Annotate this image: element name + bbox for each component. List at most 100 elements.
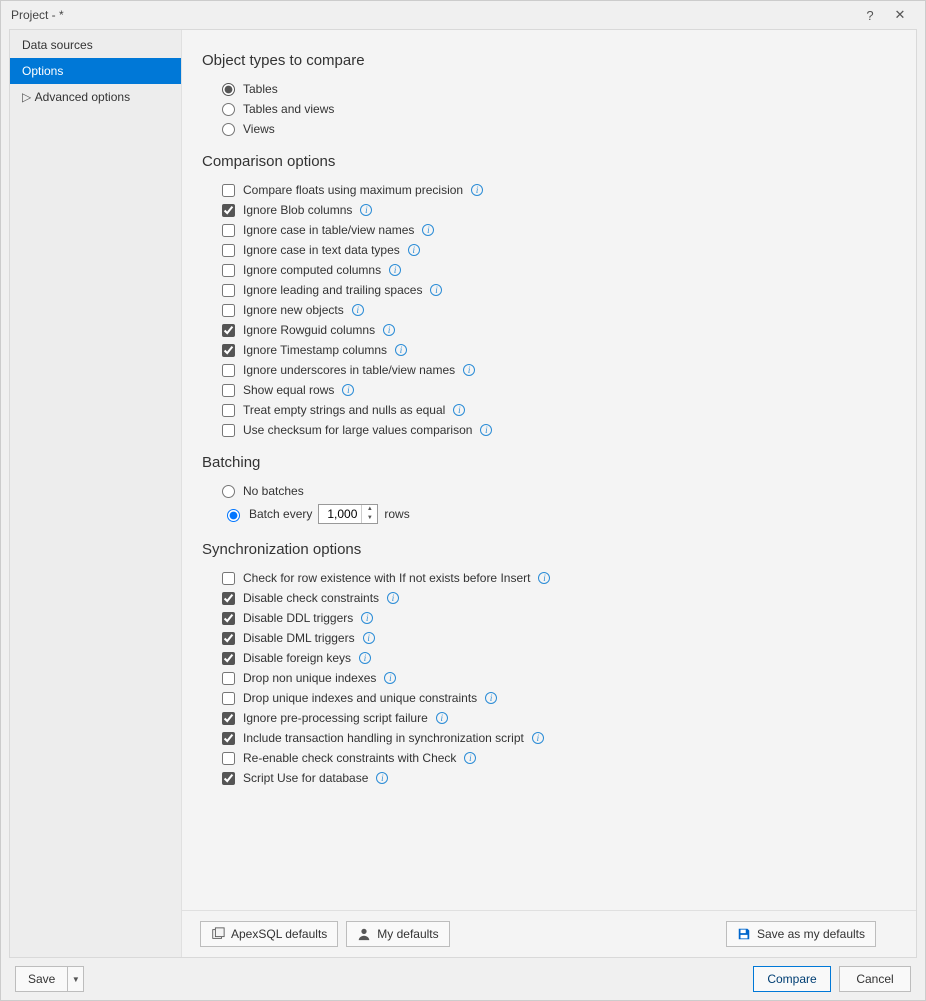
comparison-checkbox[interactable] [222, 284, 235, 297]
comparison-option[interactable]: Ignore new objectsi [222, 300, 876, 320]
info-icon[interactable]: i [532, 732, 544, 744]
comparison-option[interactable]: Treat empty strings and nulls as equali [222, 400, 876, 420]
help-button[interactable]: ? [855, 8, 885, 23]
info-icon[interactable]: i [360, 204, 372, 216]
comparison-option[interactable]: Ignore case in text data typesi [222, 240, 876, 260]
save-dropdown-icon[interactable]: ▼ [67, 967, 83, 991]
info-icon[interactable]: i [480, 424, 492, 436]
sync-checkbox[interactable] [222, 652, 235, 665]
my-defaults-button[interactable]: My defaults [346, 921, 449, 947]
sync-option[interactable]: Check for row existence with If not exis… [222, 568, 876, 588]
sync-option[interactable]: Drop non unique indexesi [222, 668, 876, 688]
sync-checkbox[interactable] [222, 692, 235, 705]
info-icon[interactable]: i [485, 692, 497, 704]
comparison-checkbox[interactable] [222, 264, 235, 277]
info-icon[interactable]: i [359, 652, 371, 664]
compare-button[interactable]: Compare [753, 966, 831, 992]
object-type-radio[interactable] [222, 103, 235, 116]
batching-no-batches[interactable]: No batches [222, 481, 876, 501]
comparison-option[interactable]: Ignore Rowguid columnsi [222, 320, 876, 340]
comparison-option[interactable]: Show equal rowsi [222, 380, 876, 400]
sync-option[interactable]: Include transaction handling in synchron… [222, 728, 876, 748]
comparison-option[interactable]: Ignore computed columnsi [222, 260, 876, 280]
comparison-checkbox[interactable] [222, 184, 235, 197]
sync-checkbox[interactable] [222, 632, 235, 645]
info-icon[interactable]: i [463, 364, 475, 376]
sync-checkbox[interactable] [222, 672, 235, 685]
comparison-option[interactable]: Ignore underscores in table/view namesi [222, 360, 876, 380]
info-icon[interactable]: i [464, 752, 476, 764]
sidebar-item-options[interactable]: Options [10, 58, 181, 84]
info-icon[interactable]: i [361, 612, 373, 624]
comparison-option[interactable]: Use checksum for large values comparison… [222, 420, 876, 440]
info-icon[interactable]: i [453, 404, 465, 416]
info-icon[interactable]: i [383, 324, 395, 336]
object-type-option[interactable]: Tables [222, 79, 876, 99]
batch-size-spinner[interactable]: ▲ ▼ [318, 504, 378, 524]
info-icon[interactable]: i [389, 264, 401, 276]
sync-checkbox[interactable] [222, 612, 235, 625]
info-icon[interactable]: i [430, 284, 442, 296]
spinner-down-icon[interactable]: ▼ [362, 514, 377, 523]
info-icon[interactable]: i [408, 244, 420, 256]
info-icon[interactable]: i [363, 632, 375, 644]
sync-checkbox[interactable] [222, 572, 235, 585]
info-icon[interactable]: i [395, 344, 407, 356]
apexsql-defaults-button[interactable]: ApexSQL defaults [200, 921, 338, 947]
sync-option[interactable]: Disable DML triggersi [222, 628, 876, 648]
info-icon[interactable]: i [387, 592, 399, 604]
comparison-checkbox[interactable] [222, 204, 235, 217]
sync-option[interactable]: Disable check constraintsi [222, 588, 876, 608]
comparison-checkbox[interactable] [222, 364, 235, 377]
no-batches-radio[interactable] [222, 485, 235, 498]
sync-option[interactable]: Disable DDL triggersi [222, 608, 876, 628]
sync-checkbox[interactable] [222, 592, 235, 605]
close-button[interactable]: ✕ [885, 7, 915, 23]
cancel-button[interactable]: Cancel [839, 966, 911, 992]
save-as-my-defaults-button[interactable]: Save as my defaults [726, 921, 876, 947]
sync-checkbox[interactable] [222, 732, 235, 745]
comparison-checkbox[interactable] [222, 304, 235, 317]
comparison-option[interactable]: Ignore Blob columnsi [222, 200, 876, 220]
spinner-up-icon[interactable]: ▲ [362, 505, 377, 514]
info-icon[interactable]: i [352, 304, 364, 316]
options-scroll[interactable]: Object types to compare TablesTables and… [182, 30, 916, 910]
comparison-checkbox[interactable] [222, 324, 235, 337]
object-type-radio[interactable] [222, 123, 235, 136]
comparison-checkbox[interactable] [222, 424, 235, 437]
object-type-radio[interactable] [222, 83, 235, 96]
info-icon[interactable]: i [538, 572, 550, 584]
save-button[interactable]: Save [16, 967, 67, 991]
sync-option[interactable]: Ignore pre-processing script failurei [222, 708, 876, 728]
object-type-option[interactable]: Views [222, 119, 876, 139]
info-icon[interactable]: i [422, 224, 434, 236]
info-icon[interactable]: i [436, 712, 448, 724]
comparison-option[interactable]: Ignore leading and trailing spacesi [222, 280, 876, 300]
sync-checkbox[interactable] [222, 712, 235, 725]
comparison-checkbox[interactable] [222, 344, 235, 357]
info-icon[interactable]: i [471, 184, 483, 196]
batch-size-input[interactable] [319, 505, 361, 523]
sync-option[interactable]: Disable foreign keysi [222, 648, 876, 668]
sync-option[interactable]: Script Use for databasei [222, 768, 876, 788]
sidebar-item-data-sources[interactable]: Data sources [10, 32, 181, 58]
sidebar-item-advanced-options[interactable]: ▷ Advanced options [10, 84, 181, 110]
comparison-checkbox[interactable] [222, 244, 235, 257]
info-icon[interactable]: i [342, 384, 354, 396]
comparison-option[interactable]: Compare floats using maximum precisioni [222, 180, 876, 200]
comparison-option[interactable]: Ignore case in table/view namesi [222, 220, 876, 240]
comparison-checkbox[interactable] [222, 224, 235, 237]
info-icon[interactable]: i [384, 672, 396, 684]
sync-checkbox[interactable] [222, 752, 235, 765]
info-icon[interactable]: i [376, 772, 388, 784]
sync-option[interactable]: Drop unique indexes and unique constrain… [222, 688, 876, 708]
save-split-button[interactable]: Save ▼ [15, 966, 84, 992]
sync-option[interactable]: Re-enable check constraints with Checki [222, 748, 876, 768]
sync-checkbox[interactable] [222, 772, 235, 785]
comparison-option[interactable]: Ignore Timestamp columnsi [222, 340, 876, 360]
comparison-checkbox[interactable] [222, 404, 235, 417]
comparison-checkbox[interactable] [222, 384, 235, 397]
object-type-option[interactable]: Tables and views [222, 99, 876, 119]
batching-batch-every[interactable]: Batch every ▲ ▼ rows [222, 501, 876, 527]
batch-every-radio[interactable] [227, 509, 240, 522]
